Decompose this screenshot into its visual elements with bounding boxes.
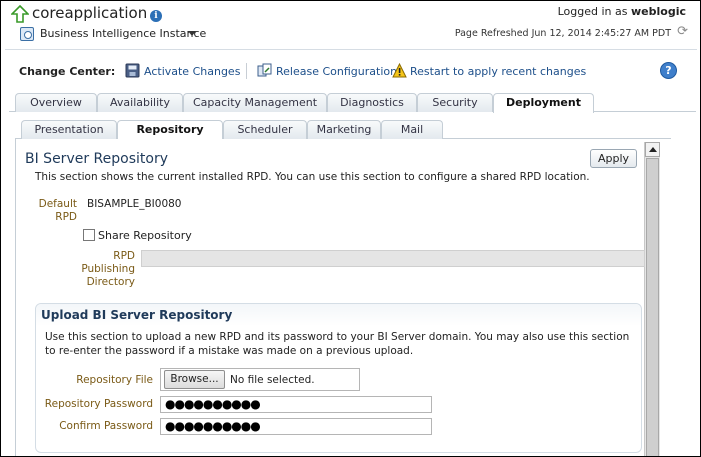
browse-button[interactable]: Browse... (164, 370, 225, 389)
tab-overview[interactable]: Overview (15, 93, 97, 112)
confirm-password-field[interactable]: ●●●●●●●●●● (160, 418, 432, 435)
file-status-text: No file selected. (230, 374, 315, 386)
lock-icon (125, 63, 140, 78)
rpd-publishing-directory-field[interactable] (141, 250, 645, 267)
logged-in-info: Logged in as weblogic (558, 5, 686, 18)
tab-mail[interactable]: Mail (381, 120, 443, 139)
repository-file-label: Repository File (76, 374, 153, 386)
upload-section-description: Use this section to upload a new RPD and… (45, 331, 630, 357)
tab-availability[interactable]: Availability (97, 93, 183, 112)
instance-icon (20, 27, 34, 41)
sub-tab-bar: Presentation Repository Scheduler Market… (1, 120, 700, 140)
chevron-down-icon[interactable] (188, 31, 196, 36)
main-tab-bar: Overview Availability Capacity Managemen… (1, 93, 700, 113)
apply-button[interactable]: Apply (590, 149, 637, 168)
upload-section-title: Upload BI Server Repository (41, 308, 233, 322)
repository-password-label: Repository Password (44, 398, 153, 410)
warning-icon (392, 63, 407, 78)
share-repository-label[interactable]: Share Repository (98, 229, 192, 242)
logged-in-prefix: Logged in as (557, 5, 628, 18)
tab-security[interactable]: Security (417, 93, 493, 112)
release-config-icon (257, 63, 272, 77)
tab-presentation[interactable]: Presentation (21, 120, 117, 139)
rpd-publishing-directory-label: RPD Publishing Directory (81, 250, 135, 288)
refresh-icon[interactable]: ⟳ (677, 24, 688, 39)
info-icon[interactable]: i (150, 10, 162, 22)
tab-marketing[interactable]: Marketing (307, 120, 381, 139)
scroll-thumb[interactable] (646, 158, 659, 456)
help-icon[interactable]: ? (660, 62, 677, 79)
tab-repository[interactable]: Repository (117, 120, 223, 140)
tab-diagnostics[interactable]: Diagnostics (327, 93, 417, 112)
tab-capacity-management[interactable]: Capacity Management (183, 93, 327, 112)
target-menu[interactable]: Business Intelligence Instance (40, 27, 206, 40)
tab-deployment[interactable]: Deployment (493, 93, 594, 113)
restart-link[interactable]: Restart to apply recent changes (410, 65, 586, 78)
confirm-password-label: Confirm Password (59, 420, 153, 432)
share-repository-checkbox[interactable] (83, 229, 95, 241)
logged-in-user: weblogic (631, 5, 686, 18)
default-rpd-value: BISAMPLE_BI0080 (87, 198, 182, 210)
window-frame: coreapplication i Business Intelligence … (0, 0, 701, 457)
activate-changes-link[interactable]: Activate Changes (144, 65, 240, 78)
default-rpd-label: Default RPD (38, 198, 77, 223)
scroll-up-icon[interactable] (645, 142, 660, 157)
repository-password-field[interactable]: ●●●●●●●●●● (160, 396, 432, 413)
page-refreshed-text: Page Refreshed Jun 12, 2014 2:45:27 AM P… (454, 28, 671, 39)
tab-scheduler[interactable]: Scheduler (223, 120, 307, 139)
section-description: This section shows the current installed… (35, 171, 590, 183)
app-title: coreapplication (32, 4, 148, 22)
separator (246, 63, 247, 79)
release-configuration-link[interactable]: Release Configuration (276, 65, 397, 78)
up-arrow-icon[interactable] (11, 5, 29, 23)
change-center-label: Change Center: (19, 65, 116, 78)
vertical-scrollbar[interactable] (644, 142, 660, 456)
section-title: BI Server Repository (25, 151, 168, 167)
